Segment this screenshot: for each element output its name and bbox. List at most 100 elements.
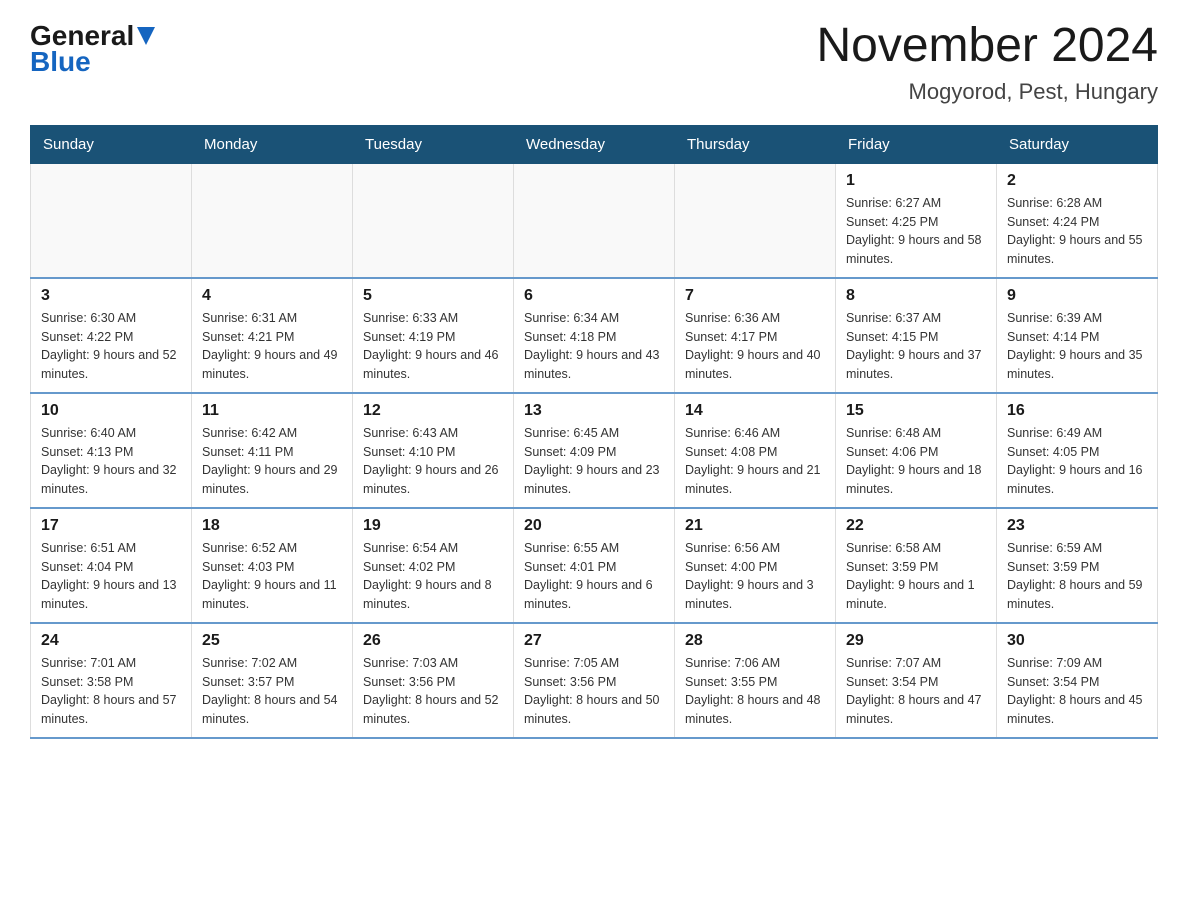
day-number: 18 [202, 517, 342, 535]
calendar-cell-4-4: 20 Sunrise: 6:55 AM Sunset: 4:01 PM Dayli… [514, 508, 675, 623]
day-info: Sunrise: 6:56 AM Sunset: 4:00 PM Dayligh… [685, 539, 825, 614]
day-info: Sunrise: 6:45 AM Sunset: 4:09 PM Dayligh… [524, 424, 664, 499]
calendar-week-row-3: 10 Sunrise: 6:40 AM Sunset: 4:13 PM Dayli… [31, 393, 1158, 508]
calendar-cell-5-1: 24 Sunrise: 7:01 AM Sunset: 3:58 PM Dayli… [31, 623, 192, 738]
calendar-week-row-5: 24 Sunrise: 7:01 AM Sunset: 3:58 PM Dayli… [31, 623, 1158, 738]
calendar-cell-2-7: 9 Sunrise: 6:39 AM Sunset: 4:14 PM Daylig… [997, 278, 1158, 393]
day-info: Sunrise: 6:40 AM Sunset: 4:13 PM Dayligh… [41, 424, 181, 499]
day-info: Sunrise: 6:30 AM Sunset: 4:22 PM Dayligh… [41, 309, 181, 384]
calendar-cell-1-4 [514, 163, 675, 278]
day-info: Sunrise: 7:02 AM Sunset: 3:57 PM Dayligh… [202, 654, 342, 729]
calendar-cell-2-2: 4 Sunrise: 6:31 AM Sunset: 4:21 PM Daylig… [192, 278, 353, 393]
day-number: 12 [363, 402, 503, 420]
calendar-week-row-1: 1 Sunrise: 6:27 AM Sunset: 4:25 PM Daylig… [31, 163, 1158, 278]
day-info: Sunrise: 6:27 AM Sunset: 4:25 PM Dayligh… [846, 194, 986, 269]
day-info: Sunrise: 7:01 AM Sunset: 3:58 PM Dayligh… [41, 654, 181, 729]
calendar-cell-2-5: 7 Sunrise: 6:36 AM Sunset: 4:17 PM Daylig… [675, 278, 836, 393]
day-info: Sunrise: 6:31 AM Sunset: 4:21 PM Dayligh… [202, 309, 342, 384]
calendar-cell-2-1: 3 Sunrise: 6:30 AM Sunset: 4:22 PM Daylig… [31, 278, 192, 393]
day-info: Sunrise: 6:54 AM Sunset: 4:02 PM Dayligh… [363, 539, 503, 614]
day-number: 24 [41, 632, 181, 650]
calendar-cell-4-2: 18 Sunrise: 6:52 AM Sunset: 4:03 PM Dayli… [192, 508, 353, 623]
day-info: Sunrise: 6:28 AM Sunset: 4:24 PM Dayligh… [1007, 194, 1147, 269]
calendar-cell-1-1 [31, 163, 192, 278]
calendar-cell-1-3 [353, 163, 514, 278]
day-number: 4 [202, 287, 342, 305]
calendar-header-saturday: Saturday [997, 125, 1158, 163]
logo: General Blue [30, 20, 155, 78]
calendar-cell-1-5 [675, 163, 836, 278]
calendar-cell-1-7: 2 Sunrise: 6:28 AM Sunset: 4:24 PM Daylig… [997, 163, 1158, 278]
calendar-cell-5-3: 26 Sunrise: 7:03 AM Sunset: 3:56 PM Dayli… [353, 623, 514, 738]
calendar-cell-5-2: 25 Sunrise: 7:02 AM Sunset: 3:57 PM Dayli… [192, 623, 353, 738]
day-number: 29 [846, 632, 986, 650]
day-number: 26 [363, 632, 503, 650]
calendar-cell-4-5: 21Sunrise: 6:56 AM Sunset: 4:00 PM Dayli… [675, 508, 836, 623]
day-number: 3 [41, 287, 181, 305]
day-number: 15 [846, 402, 986, 420]
calendar-cell-3-5: 14Sunrise: 6:46 AM Sunset: 4:08 PM Dayli… [675, 393, 836, 508]
page-header: General Blue November 2024 Mogyorod, Pes… [30, 20, 1158, 105]
day-number: 19 [363, 517, 503, 535]
calendar-week-row-2: 3 Sunrise: 6:30 AM Sunset: 4:22 PM Daylig… [31, 278, 1158, 393]
calendar-cell-3-4: 13Sunrise: 6:45 AM Sunset: 4:09 PM Dayli… [514, 393, 675, 508]
day-number: 9 [1007, 287, 1147, 305]
day-info: Sunrise: 6:36 AM Sunset: 4:17 PM Dayligh… [685, 309, 825, 384]
calendar-cell-3-3: 12 Sunrise: 6:43 AM Sunset: 4:10 PM Dayli… [353, 393, 514, 508]
day-number: 20 [524, 517, 664, 535]
day-number: 27 [524, 632, 664, 650]
calendar-cell-3-1: 10 Sunrise: 6:40 AM Sunset: 4:13 PM Dayli… [31, 393, 192, 508]
day-info: Sunrise: 7:07 AM Sunset: 3:54 PM Dayligh… [846, 654, 986, 729]
calendar-cell-5-7: 30Sunrise: 7:09 AM Sunset: 3:54 PM Dayli… [997, 623, 1158, 738]
calendar-cell-4-6: 22 Sunrise: 6:58 AM Sunset: 3:59 PM Dayli… [836, 508, 997, 623]
day-number: 25 [202, 632, 342, 650]
day-number: 10 [41, 402, 181, 420]
day-number: 1 [846, 172, 986, 190]
calendar-header-wednesday: Wednesday [514, 125, 675, 163]
calendar-cell-2-6: 8 Sunrise: 6:37 AM Sunset: 4:15 PM Daylig… [836, 278, 997, 393]
calendar-cell-2-3: 5Sunrise: 6:33 AM Sunset: 4:19 PM Daylig… [353, 278, 514, 393]
day-number: 2 [1007, 172, 1147, 190]
day-info: Sunrise: 6:42 AM Sunset: 4:11 PM Dayligh… [202, 424, 342, 499]
day-info: Sunrise: 6:55 AM Sunset: 4:01 PM Dayligh… [524, 539, 664, 614]
day-info: Sunrise: 6:37 AM Sunset: 4:15 PM Dayligh… [846, 309, 986, 384]
day-number: 5 [363, 287, 503, 305]
logo-triangle-icon [137, 27, 155, 50]
calendar-header-tuesday: Tuesday [353, 125, 514, 163]
calendar-cell-3-7: 16Sunrise: 6:49 AM Sunset: 4:05 PM Dayli… [997, 393, 1158, 508]
calendar-cell-2-4: 6 Sunrise: 6:34 AM Sunset: 4:18 PM Daylig… [514, 278, 675, 393]
day-number: 11 [202, 402, 342, 420]
day-number: 22 [846, 517, 986, 535]
day-number: 7 [685, 287, 825, 305]
day-info: Sunrise: 6:58 AM Sunset: 3:59 PM Dayligh… [846, 539, 986, 614]
day-number: 16 [1007, 402, 1147, 420]
day-number: 23 [1007, 517, 1147, 535]
calendar-cell-4-1: 17 Sunrise: 6:51 AM Sunset: 4:04 PM Dayli… [31, 508, 192, 623]
calendar-cell-5-5: 28 Sunrise: 7:06 AM Sunset: 3:55 PM Dayli… [675, 623, 836, 738]
calendar-header-friday: Friday [836, 125, 997, 163]
calendar-week-row-4: 17 Sunrise: 6:51 AM Sunset: 4:04 PM Dayli… [31, 508, 1158, 623]
day-number: 30 [1007, 632, 1147, 650]
calendar-cell-1-2 [192, 163, 353, 278]
calendar-cell-1-6: 1 Sunrise: 6:27 AM Sunset: 4:25 PM Daylig… [836, 163, 997, 278]
day-info: Sunrise: 7:03 AM Sunset: 3:56 PM Dayligh… [363, 654, 503, 729]
day-info: Sunrise: 6:51 AM Sunset: 4:04 PM Dayligh… [41, 539, 181, 614]
day-number: 8 [846, 287, 986, 305]
calendar-cell-3-6: 15Sunrise: 6:48 AM Sunset: 4:06 PM Dayli… [836, 393, 997, 508]
day-info: Sunrise: 6:43 AM Sunset: 4:10 PM Dayligh… [363, 424, 503, 499]
day-info: Sunrise: 6:52 AM Sunset: 4:03 PM Dayligh… [202, 539, 342, 614]
calendar-cell-5-4: 27 Sunrise: 7:05 AM Sunset: 3:56 PM Dayli… [514, 623, 675, 738]
day-info: Sunrise: 6:39 AM Sunset: 4:14 PM Dayligh… [1007, 309, 1147, 384]
day-number: 28 [685, 632, 825, 650]
day-info: Sunrise: 6:34 AM Sunset: 4:18 PM Dayligh… [524, 309, 664, 384]
calendar-cell-5-6: 29 Sunrise: 7:07 AM Sunset: 3:54 PM Dayli… [836, 623, 997, 738]
logo-blue-text: Blue [30, 46, 91, 78]
calendar-cell-4-3: 19 Sunrise: 6:54 AM Sunset: 4:02 PM Dayli… [353, 508, 514, 623]
calendar-table: SundayMondayTuesdayWednesdayThursdayFrid… [30, 125, 1158, 739]
day-number: 14 [685, 402, 825, 420]
day-number: 17 [41, 517, 181, 535]
day-number: 6 [524, 287, 664, 305]
calendar-header-sunday: Sunday [31, 125, 192, 163]
day-info: Sunrise: 7:05 AM Sunset: 3:56 PM Dayligh… [524, 654, 664, 729]
day-info: Sunrise: 7:06 AM Sunset: 3:55 PM Dayligh… [685, 654, 825, 729]
